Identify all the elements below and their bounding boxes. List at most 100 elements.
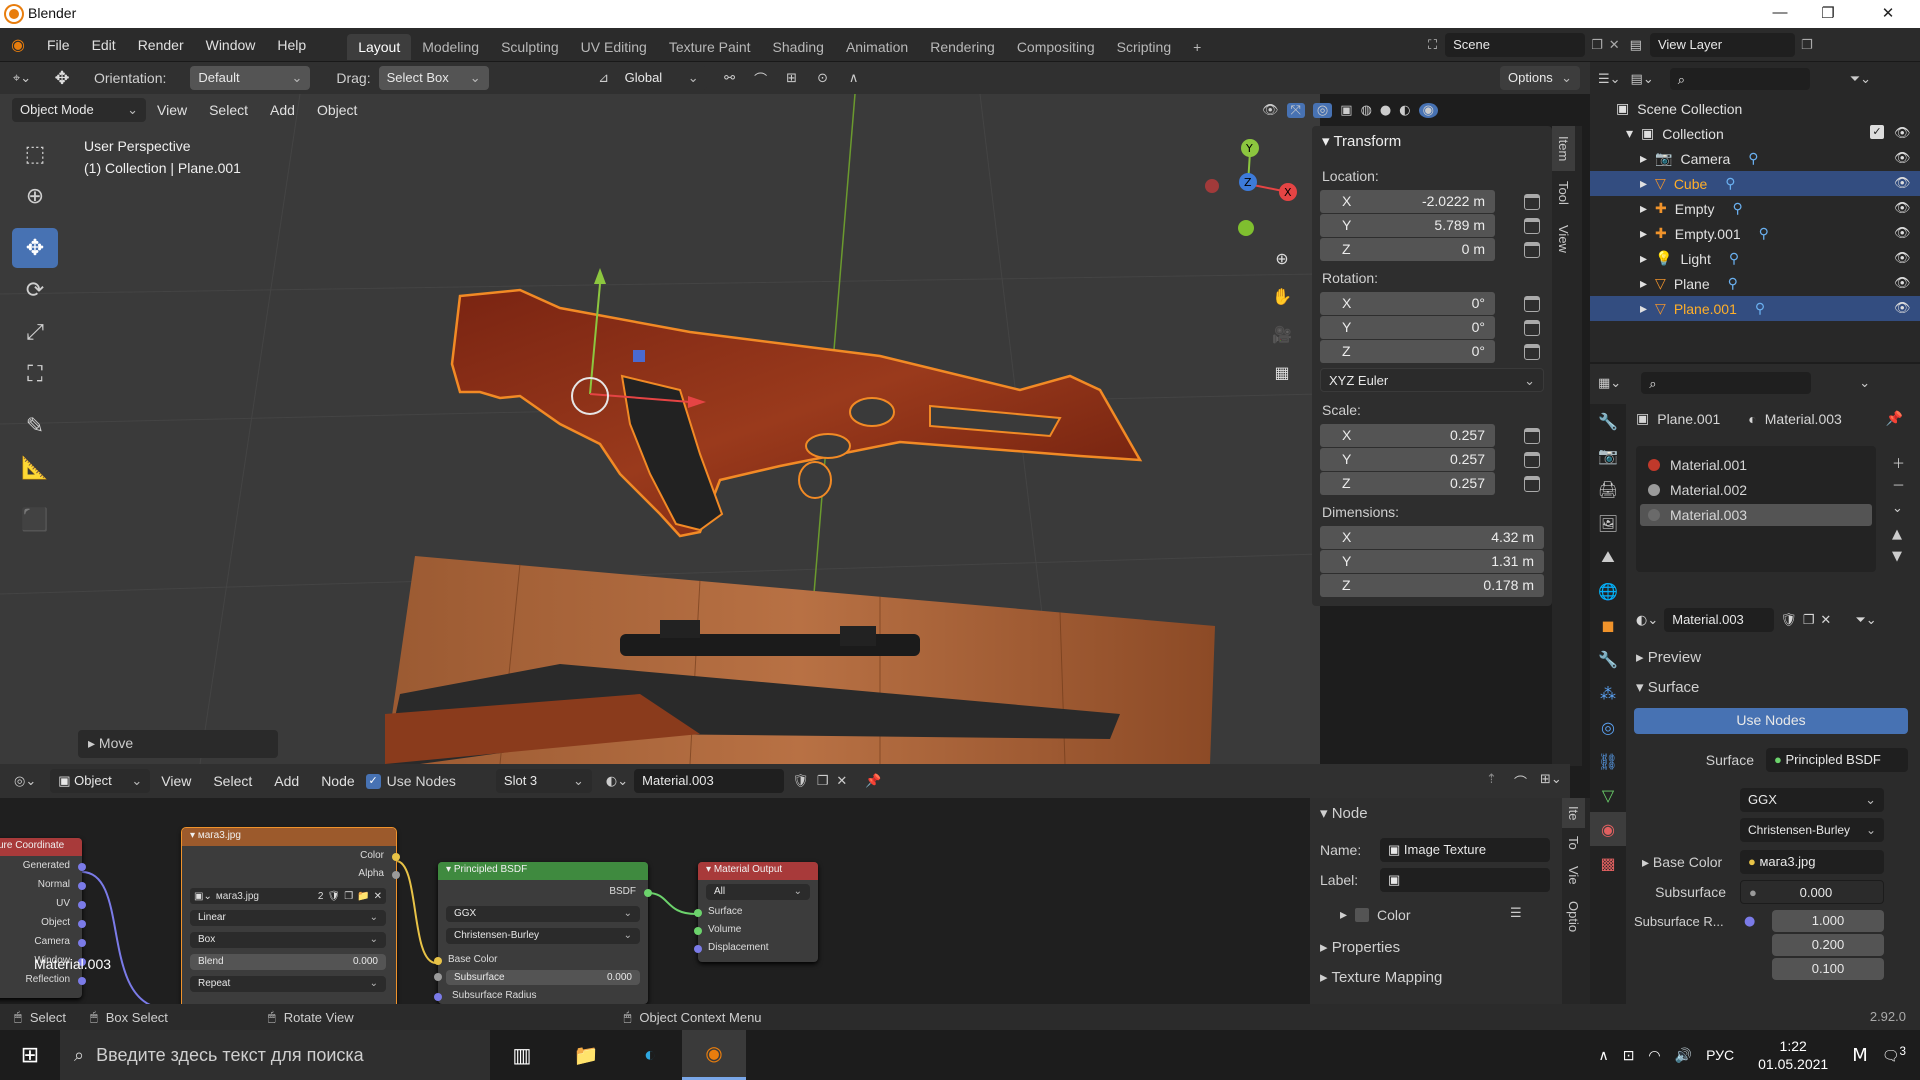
view-layer-tab-icon[interactable]: 🖼 xyxy=(1590,506,1626,540)
material-name-field[interactable]: Material.003 xyxy=(1664,608,1775,632)
add-slot-icon[interactable]: ＋ xyxy=(1892,454,1905,476)
new-scene-icon[interactable]: ❐ xyxy=(1591,38,1603,53)
fake-user-icon[interactable]: 🛡 xyxy=(792,774,809,789)
rendered-shading-icon[interactable]: ◉ xyxy=(1418,102,1438,118)
texcoord-output-socket[interactable] xyxy=(78,920,86,928)
pin-icon[interactable]: 📌 xyxy=(865,774,881,789)
menu-render[interactable]: Render xyxy=(127,28,195,62)
pan-hand-icon[interactable]: ✋ xyxy=(1268,282,1296,310)
slot-menu-icon[interactable]: ⌄ xyxy=(1892,498,1905,520)
viewport-scene[interactable]: Y X Z xyxy=(0,94,1320,764)
rotation-z-field[interactable]: Z 0° xyxy=(1320,340,1495,363)
outliner-search-input[interactable]: ⌕ xyxy=(1669,68,1810,90)
subsurface-radius-x[interactable]: 1.000 xyxy=(1772,910,1884,932)
tab-compositing[interactable]: Compositing xyxy=(1006,34,1106,60)
xray-icon[interactable]: ▣ xyxy=(1340,103,1352,118)
slot-dropdown[interactable]: Slot 3 xyxy=(495,769,592,793)
clock[interactable]: 1:22 01.05.2021 xyxy=(1758,1037,1828,1073)
outliner-editor-icon[interactable]: ☰⌄ xyxy=(1598,72,1621,87)
blender-menu-icon[interactable]: ◉ xyxy=(0,35,36,54)
lock-icon[interactable] xyxy=(1524,242,1540,258)
lock-icon[interactable] xyxy=(1524,320,1540,336)
eye-icon[interactable]: 👁 xyxy=(1894,275,1911,291)
texcoord-output-socket[interactable] xyxy=(78,939,86,947)
menu-help[interactable]: Help xyxy=(266,28,317,62)
task-view-icon[interactable]: ▥ xyxy=(490,1043,554,1068)
dimensions-x-field[interactable]: X 4.32 m xyxy=(1320,526,1544,549)
scene-name-field[interactable]: Scene xyxy=(1445,33,1586,57)
edge-browser-icon[interactable]: ◐ xyxy=(618,1044,682,1067)
expand-arrow-icon[interactable]: ▸ xyxy=(1640,250,1647,267)
input-language[interactable]: РУС xyxy=(1706,1047,1734,1063)
tab-modeling[interactable]: Modeling xyxy=(411,34,490,60)
duplicate-material-icon[interactable]: ❐ xyxy=(1803,613,1815,628)
add-cube-tool-icon[interactable]: ⬛ xyxy=(12,500,58,540)
bsdf-output-socket[interactable] xyxy=(644,889,652,897)
world-tab-icon[interactable]: 🌐 xyxy=(1590,574,1626,608)
base-color-input-socket[interactable] xyxy=(434,957,442,965)
fake-user-icon[interactable]: 🛡 xyxy=(1780,613,1797,628)
add-workspace-button[interactable]: + xyxy=(1182,34,1212,60)
rotation-y-field[interactable]: Y 0° xyxy=(1320,316,1495,339)
rotation-x-field[interactable]: X 0° xyxy=(1320,292,1495,315)
location-x-field[interactable]: X -2.0222 m xyxy=(1320,190,1495,213)
lock-icon[interactable] xyxy=(1524,428,1540,444)
overlay-toggle-icon[interactable]: ◎ xyxy=(1312,102,1333,118)
widget-icon[interactable]: Ⅿ xyxy=(1852,1045,1868,1066)
camera-view-icon[interactable]: 🎥 xyxy=(1268,320,1296,348)
color-list-icon[interactable]: ☰ xyxy=(1510,906,1522,921)
show-hidden-icons[interactable]: ∧ xyxy=(1598,1047,1608,1064)
blend-field[interactable]: Blend 0.000 xyxy=(190,954,386,970)
node-name-field[interactable]: ▣ Image Texture xyxy=(1380,838,1550,862)
transform-space-dropdown[interactable]: Global xyxy=(616,66,707,90)
snap-icon[interactable]: ⌒ xyxy=(747,69,775,88)
tab-tool[interactable]: Tool xyxy=(1552,171,1575,215)
modifier-tab-icon[interactable]: 🔧 xyxy=(1590,642,1626,676)
expand-arrow-icon[interactable]: ▸ xyxy=(1640,175,1647,192)
node-menu-select[interactable]: Select xyxy=(202,764,263,798)
dimensions-z-field[interactable]: Z 0.178 m xyxy=(1320,574,1544,597)
move-up-icon[interactable]: ▲ xyxy=(1892,524,1905,546)
tab-sculpting[interactable]: Sculpting xyxy=(490,34,570,60)
wifi-icon[interactable]: ◠ xyxy=(1648,1047,1660,1064)
open-image-icon[interactable]: 📁 xyxy=(357,891,369,902)
projection-dropdown[interactable]: Box xyxy=(190,932,386,948)
node-color-checkbox[interactable] xyxy=(1355,907,1370,922)
outliner-item[interactable]: ▸ ✚ Empty.001 ⚲ 👁 xyxy=(1590,221,1920,246)
solid-shading-icon[interactable]: ● xyxy=(1380,103,1391,118)
editor-type-icon[interactable]: ⌖⌄ xyxy=(0,71,44,86)
expand-arrow-icon[interactable]: ▸ xyxy=(1640,150,1647,167)
expand-arrow-icon[interactable]: ▸ xyxy=(1640,200,1647,217)
node-tab-tool[interactable]: To xyxy=(1562,828,1585,858)
pivot-icon[interactable]: ⚯ xyxy=(713,71,747,86)
close-button[interactable]: ✕ xyxy=(1878,4,1898,22)
distribution-dropdown[interactable]: GGX xyxy=(1740,788,1884,812)
vp-menu-object[interactable]: Object xyxy=(306,96,368,124)
node-menu-add[interactable]: Add xyxy=(263,764,310,798)
location-y-field[interactable]: Y 5.789 m xyxy=(1320,214,1495,237)
proportional-edit-icon[interactable]: ⊙ xyxy=(809,71,837,86)
bsdf-distribution-dropdown[interactable]: GGX xyxy=(446,906,640,922)
parent-node-tree-icon[interactable]: ⇡ xyxy=(1486,772,1497,787)
last-operator-panel[interactable]: ▸ Move xyxy=(78,730,278,758)
surface-shader-field[interactable]: ● Principled BSDF xyxy=(1766,748,1908,772)
lock-icon[interactable] xyxy=(1524,344,1540,360)
color-output-socket[interactable] xyxy=(392,853,400,861)
wireframe-shading-icon[interactable]: ◍ xyxy=(1361,103,1372,118)
extension-dropdown[interactable]: Repeat xyxy=(190,976,386,992)
texture-coordinate-node[interactable]: ure Coordinate Generated Normal UV Object Ca… xyxy=(0,838,86,998)
duplicate-icon[interactable]: ❐ xyxy=(817,774,829,789)
exclude-checkbox[interactable]: ✓ xyxy=(1870,125,1884,139)
drag-dropdown[interactable]: Select Box xyxy=(378,66,489,90)
outliner-item[interactable]: ▸ 💡 Light ⚲ 👁 xyxy=(1590,246,1920,271)
scene-collection-row[interactable]: ▣ Scene Collection xyxy=(1590,96,1920,121)
network-icon[interactable]: ⊡ xyxy=(1623,1047,1635,1064)
image-texture-node[interactable]: ▾ мага3.jpg Color Alpha ▣⌄ мага3.jpg 2 🛡… xyxy=(181,827,400,1009)
maximize-button[interactable]: ❐ xyxy=(1818,4,1838,22)
displacement-input-socket[interactable] xyxy=(694,945,702,953)
move-gizmo-plane[interactable] xyxy=(633,350,645,362)
3d-viewport[interactable]: Y X Z User Perspective (1) Collection | … xyxy=(0,94,1320,764)
bsdf-sss-dropdown[interactable]: Christensen-Burley xyxy=(446,928,640,944)
tab-texture-paint[interactable]: Texture Paint xyxy=(658,34,762,60)
select-box-tool-icon[interactable]: ⬚ xyxy=(12,134,58,174)
